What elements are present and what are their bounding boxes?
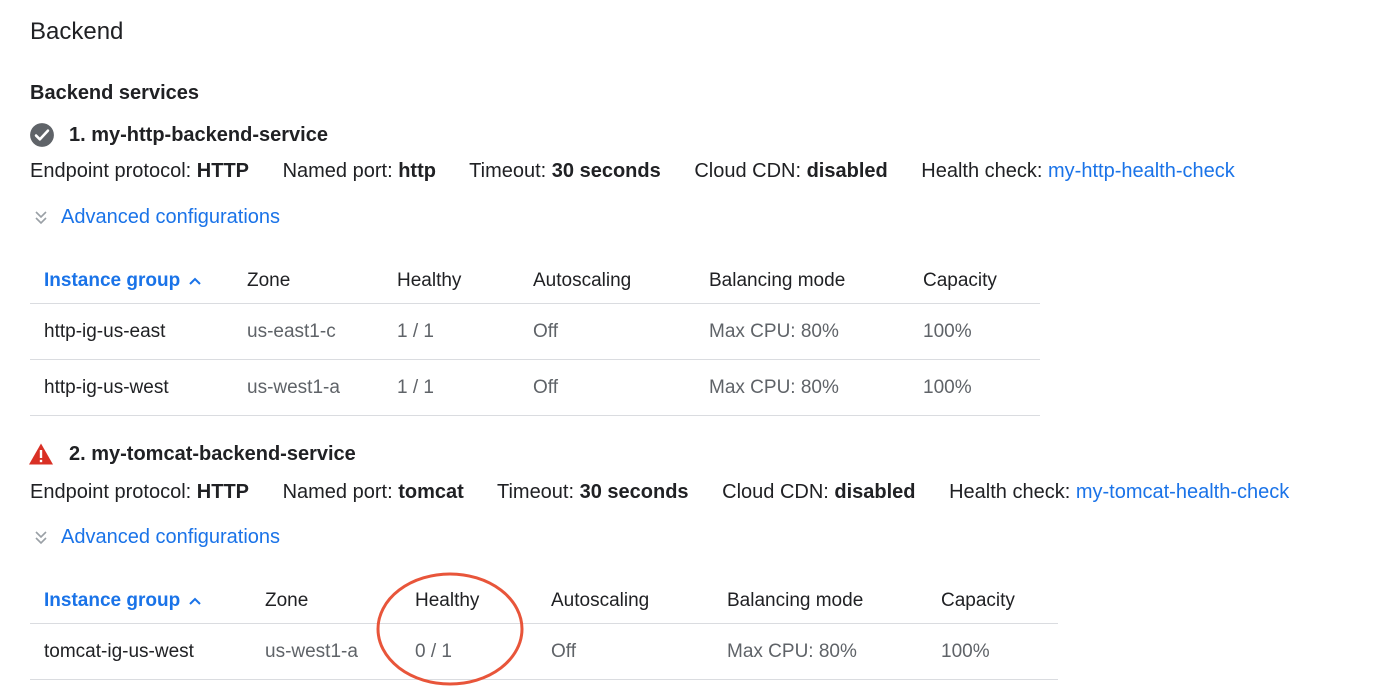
section-title: Backend: [30, 18, 124, 45]
cell-autoscaling: Off: [519, 359, 695, 416]
column-header-balancing-mode: Balancing mode: [713, 579, 927, 624]
service-details: Endpoint protocol: HTTP Named port: tomc…: [30, 481, 1289, 504]
table-row: http-ig-us-east us-east1-c 1 / 1 Off Max…: [30, 303, 1040, 360]
cloud-cdn: Cloud CDN: disabled: [722, 481, 916, 503]
column-header-healthy: Healthy: [383, 259, 519, 304]
column-header-instance-group[interactable]: Instance group: [30, 259, 233, 304]
expand-more-double-icon: [35, 210, 47, 224]
warning-triangle-icon: [29, 443, 53, 465]
advanced-configurations-label: Advanced configurations: [61, 526, 281, 548]
cell-autoscaling: Off: [519, 303, 695, 360]
table-row: http-ig-us-west us-west1-a 1 / 1 Off Max…: [30, 359, 1040, 416]
health-check-link[interactable]: my-http-health-check: [1048, 160, 1235, 182]
service-title: 2. my-tomcat-backend-service: [69, 443, 356, 465]
named-port: Named port: tomcat: [282, 481, 464, 503]
named-port: Named port: http: [282, 160, 436, 182]
table-header-row: Instance group Zone Healthy Autoscaling …: [30, 259, 1040, 304]
cloud-cdn: Cloud CDN: disabled: [694, 160, 888, 182]
cell-balancing-mode: Max CPU: 80%: [695, 359, 909, 416]
instance-group-table: Instance group Zone Healthy Autoscaling …: [30, 579, 1058, 680]
cell-balancing-mode: Max CPU: 80%: [713, 623, 927, 680]
cell-capacity: 100%: [909, 303, 1040, 360]
column-header-autoscaling: Autoscaling: [537, 579, 713, 624]
sort-ascending-icon: [189, 277, 201, 285]
advanced-configurations-toggle[interactable]: Advanced configurations: [33, 526, 280, 549]
highlight-circle-annotation: [376, 572, 524, 686]
check-circle-icon: [30, 123, 54, 147]
service-title: 1. my-http-backend-service: [69, 124, 328, 146]
column-header-instance-group[interactable]: Instance group: [30, 579, 251, 624]
column-header-balancing-mode: Balancing mode: [695, 259, 909, 304]
column-header-capacity: Capacity: [927, 579, 1058, 624]
timeout: Timeout: 30 seconds: [496, 481, 689, 503]
endpoint-protocol: Endpoint protocol: HTTP: [30, 160, 250, 182]
endpoint-protocol: Endpoint protocol: HTTP: [30, 481, 250, 503]
column-header-capacity: Capacity: [909, 259, 1040, 304]
cell-balancing-mode: Max CPU: 80%: [695, 303, 909, 360]
column-header-autoscaling: Autoscaling: [519, 259, 695, 304]
advanced-configurations-label: Advanced configurations: [61, 206, 281, 228]
table-header-row: Instance group Zone Healthy Autoscaling …: [30, 579, 1058, 624]
cell-instance-group: http-ig-us-east: [30, 303, 233, 360]
timeout: Timeout: 30 seconds: [469, 160, 661, 182]
health-check-link[interactable]: my-tomcat-health-check: [1076, 481, 1289, 503]
service-details: Endpoint protocol: HTTP Named port: http…: [30, 160, 1235, 183]
cell-capacity: 100%: [909, 359, 1040, 416]
cell-capacity: 100%: [927, 623, 1058, 680]
health-check: Health check: my-tomcat-health-check: [949, 481, 1290, 503]
health-check: Health check: my-http-health-check: [921, 160, 1235, 182]
cell-zone: us-west1-a: [233, 359, 383, 416]
table-row: tomcat-ig-us-west us-west1-a 0 / 1 Off M…: [30, 623, 1058, 680]
advanced-configurations-toggle[interactable]: Advanced configurations: [33, 206, 280, 229]
cell-zone: us-east1-c: [233, 303, 383, 360]
cell-healthy: 1 / 1: [383, 359, 519, 416]
expand-more-double-icon: [35, 530, 47, 544]
cell-instance-group: tomcat-ig-us-west: [30, 623, 251, 680]
cell-autoscaling: Off: [537, 623, 713, 680]
instance-group-table: Instance group Zone Healthy Autoscaling …: [30, 259, 1040, 416]
cell-instance-group: http-ig-us-west: [30, 359, 233, 416]
sort-ascending-icon: [189, 597, 201, 605]
column-header-zone: Zone: [233, 259, 383, 304]
subsection-title: Backend services: [30, 82, 200, 104]
cell-healthy: 1 / 1: [383, 303, 519, 360]
